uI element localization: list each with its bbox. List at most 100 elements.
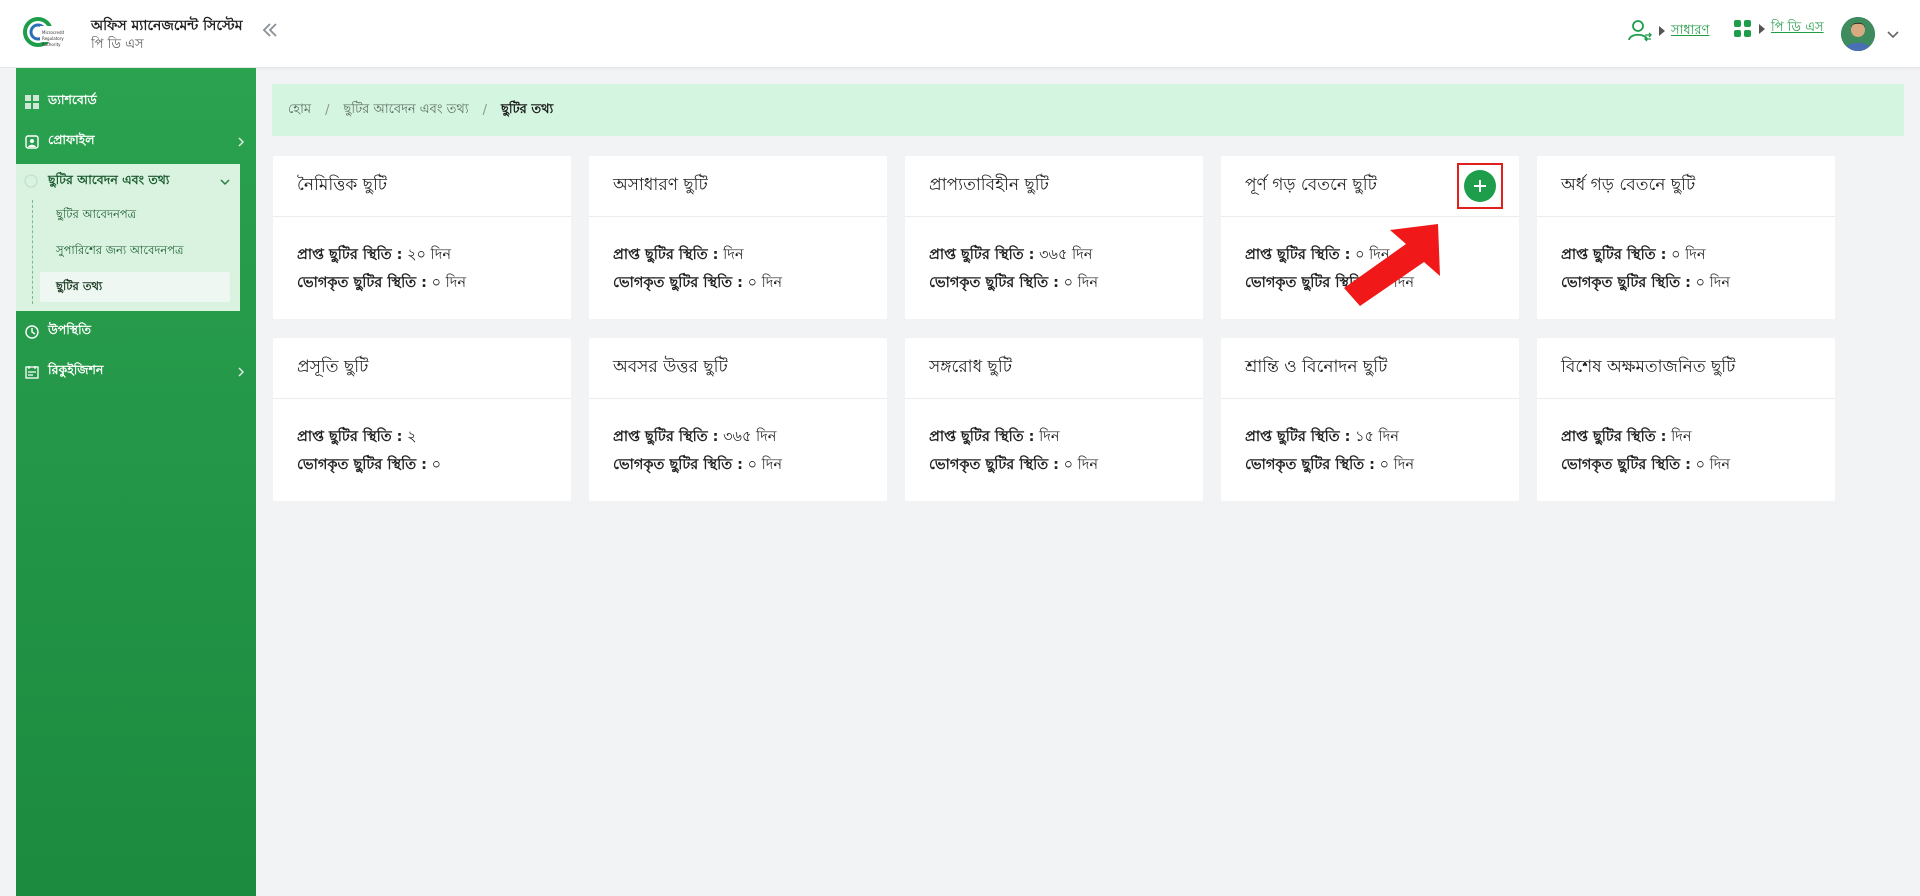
- used-row: ভোগকৃত ছুটির স্থিতি : ০ দিন: [613, 451, 887, 479]
- received-value: ১৫ দিন: [1355, 429, 1399, 445]
- used-label: ভোগকৃত ছুটির স্থিতি :: [297, 275, 427, 291]
- role-switcher[interactable]: সাধারণ: [1627, 18, 1709, 44]
- used-row: ভোগকৃত ছুটির স্থিতি : ০ দিন: [1245, 451, 1519, 479]
- received-value: দিন: [1671, 429, 1692, 445]
- sidebar-item-dashboard[interactable]: ড্যাশবোর্ড: [24, 84, 256, 120]
- caret-right-icon: [1759, 23, 1765, 34]
- card-title: বিশেষ অক্ষমতাজনিত ছুটি: [1537, 338, 1835, 399]
- received-label: প্রাপ্ত ছুটির স্থিতি :: [1561, 247, 1667, 263]
- highlight-box: [1457, 163, 1503, 209]
- svg-text:Microcredit: Microcredit: [42, 30, 65, 35]
- chevron-right-icon: [238, 367, 245, 377]
- received-row: প্রাপ্ত ছুটির স্থিতি : দিন: [613, 241, 887, 269]
- chevron-down-icon: [220, 179, 230, 186]
- sidebar-item-leave[interactable]: ছুটির আবেদন এবং তথ্য: [24, 164, 232, 200]
- chevron-right-icon: [238, 137, 245, 147]
- sidebar-item-attendance[interactable]: উপস্থিতি: [24, 314, 256, 350]
- used-value: ০ দিন: [431, 275, 467, 291]
- chevron-down-icon[interactable]: [1885, 26, 1901, 42]
- app-subtitle: পি ডি এস: [91, 37, 144, 52]
- leave-card-full-average-pay: পূর্ণ গড় বেতনে ছুটি প্রাপ্ত ছুটির স্থিত…: [1221, 156, 1519, 319]
- tree-line: [32, 200, 33, 304]
- leave-card-without-entitlement: প্রাপ্যতাবিহীন ছুটি প্রাপ্ত ছুটির স্থিতি…: [905, 156, 1203, 319]
- used-row: ভোগকৃত ছুটির স্থিতি : ০ দিন: [929, 269, 1203, 297]
- received-value: দিন: [723, 247, 744, 263]
- card-title: প্রসূতি ছুটি: [273, 338, 571, 399]
- card-title: নৈমিত্তিক ছুটি: [273, 156, 571, 217]
- card-header: পূর্ণ গড় বেতনে ছুটি: [1221, 156, 1519, 217]
- received-row: প্রাপ্ত ছুটির স্থিতি : ০ দিন: [1561, 241, 1835, 269]
- used-value: ০ দিন: [1695, 275, 1731, 291]
- received-value: দিন: [1039, 429, 1060, 445]
- leave-card-rest-recreation: শ্রান্তি ও বিনোদন ছুটি প্রাপ্ত ছুটির স্থ…: [1221, 338, 1519, 501]
- used-label: ভোগকৃত ছুটির স্থিতি :: [613, 275, 743, 291]
- svg-text:Regulatory: Regulatory: [42, 36, 64, 41]
- user-avatar[interactable]: [1841, 17, 1875, 51]
- dashboard-icon: [24, 94, 40, 110]
- received-label: প্রাপ্ত ছুটির স্থিতি :: [297, 247, 403, 263]
- card-title: অর্ধ গড় বেতনে ছুটি: [1537, 156, 1835, 217]
- received-value: ০ দিন: [1671, 247, 1706, 263]
- card-title: সঙ্গরোধ ছুটি: [905, 338, 1203, 399]
- used-value: ০ দিন: [747, 457, 783, 473]
- used-row: ভোগকৃত ছুটির স্থিতি : ০ দিন: [297, 269, 571, 297]
- leave-card-half-average-pay: অর্ধ গড় বেতনে ছুটি প্রাপ্ত ছুটির স্থিতি…: [1537, 156, 1835, 319]
- double-chevron-left-icon: [262, 23, 277, 37]
- sidebar: ড্যাশবোর্ড প্রোফাইল ছুটির আবেদন এবং তথ্য…: [0, 68, 256, 896]
- breadcrumb-current: ছুটির তথ্য: [500, 101, 554, 117]
- used-label: ভোগকৃত ছুটির স্থিতি :: [1561, 275, 1691, 291]
- sidebar-collapse-button[interactable]: [258, 20, 282, 44]
- received-label: প্রাপ্ত ছুটির স্থিতি :: [929, 247, 1035, 263]
- user-switch-icon: [1628, 20, 1652, 42]
- authority-logo: Microcredit Regulatory Authority: [23, 17, 65, 47]
- leave-card-quarantine: সঙ্গরোধ ছুটি প্রাপ্ত ছুটির স্থিতি : দিন …: [905, 338, 1203, 501]
- module-switcher[interactable]: পি ডি এস: [1733, 18, 1824, 39]
- used-row: ভোগকৃত ছুটির স্থিতি : ০: [297, 451, 571, 479]
- sidebar-item-label: ড্যাশবোর্ড: [48, 92, 97, 107]
- sidebar-item-requisition[interactable]: রিকুইজিশন: [24, 354, 256, 390]
- received-label: প্রাপ্ত ছুটির স্থিতি :: [1245, 429, 1351, 445]
- leave-icon: [24, 174, 40, 190]
- sidebar-item-label: রিকুইজিশন: [48, 362, 104, 377]
- breadcrumb-home[interactable]: হোম: [288, 100, 311, 121]
- received-label: প্রাপ্ত ছুটির স্থিতি :: [613, 247, 719, 263]
- breadcrumb-separator: /: [325, 102, 330, 118]
- received-label: প্রাপ্ত ছুটির স্থিতি :: [929, 429, 1035, 445]
- sidebar-subitem-leave-application[interactable]: ছুটির আবেদনপত্র: [40, 200, 230, 230]
- sidebar-item-label: প্রোফাইল: [48, 132, 95, 147]
- caret-right-icon: [1659, 26, 1665, 36]
- card-title: প্রাপ্যতাবিহীন ছুটি: [905, 156, 1203, 217]
- card-title: অবসর উত্তর ছুটি: [589, 338, 887, 399]
- used-label: ভোগকৃত ছুটির স্থিতি :: [1245, 457, 1375, 473]
- used-row: ভোগকৃত ছুটির স্থিতি : ০ দিন: [1245, 269, 1519, 297]
- used-label: ভোগকৃত ছুটির স্থিতি :: [929, 457, 1059, 473]
- received-value: ৩৬৫ দিন: [1039, 247, 1093, 263]
- used-label: ভোগকৃত ছুটির স্থিতি :: [1245, 275, 1375, 291]
- sidebar-subitem-leave-info[interactable]: ছুটির তথ্য: [40, 272, 230, 302]
- leave-card-post-retirement: অবসর উত্তর ছুটি প্রাপ্ত ছুটির স্থিতি : ৩…: [589, 338, 887, 501]
- used-value: ০ দিন: [1063, 275, 1099, 291]
- used-label: ভোগকৃত ছুটির স্থিতি :: [613, 457, 743, 473]
- received-label: প্রাপ্ত ছুটির স্থিতি :: [613, 429, 719, 445]
- role-link[interactable]: সাধারণ: [1671, 21, 1709, 42]
- profile-icon: [24, 134, 40, 150]
- leave-card-special-disability: বিশেষ অক্ষমতাজনিত ছুটি প্রাপ্ত ছুটির স্থ…: [1537, 338, 1835, 501]
- received-row: প্রাপ্ত ছুটির স্থিতি : ২০ দিন: [297, 241, 571, 269]
- received-value: ৩৬৫ দিন: [723, 429, 777, 445]
- used-value: ০ দিন: [747, 275, 783, 291]
- received-label: প্রাপ্ত ছুটির স্থিতি :: [1561, 429, 1667, 445]
- add-leave-button[interactable]: [1464, 170, 1496, 202]
- requisition-icon: [24, 364, 40, 380]
- breadcrumb: হোম / ছুটির আবেদন এবং তথ্য / ছুটির তথ্য: [272, 84, 1904, 136]
- clock-icon: [24, 324, 40, 340]
- svg-text:Authority: Authority: [42, 42, 61, 47]
- sidebar-item-profile[interactable]: প্রোফাইল: [24, 124, 256, 160]
- sidebar-subitem-recommendation-application[interactable]: সুপারিশের জন্য আবেদনপত্র: [40, 236, 230, 266]
- received-row: প্রাপ্ত ছুটির স্থিতি : ২: [297, 423, 571, 451]
- module-link[interactable]: পি ডি এস: [1771, 18, 1824, 39]
- used-row: ভোগকৃত ছুটির স্থিতি : ০ দিন: [929, 451, 1203, 479]
- sidebar-item-label: ছুটির আবেদন এবং তথ্য: [48, 172, 170, 187]
- avatar-image: [1841, 17, 1875, 51]
- card-title: পূর্ণ গড় বেতনে ছুটি: [1245, 175, 1377, 195]
- breadcrumb-parent[interactable]: ছুটির আবেদন এবং তথ্য: [343, 100, 468, 121]
